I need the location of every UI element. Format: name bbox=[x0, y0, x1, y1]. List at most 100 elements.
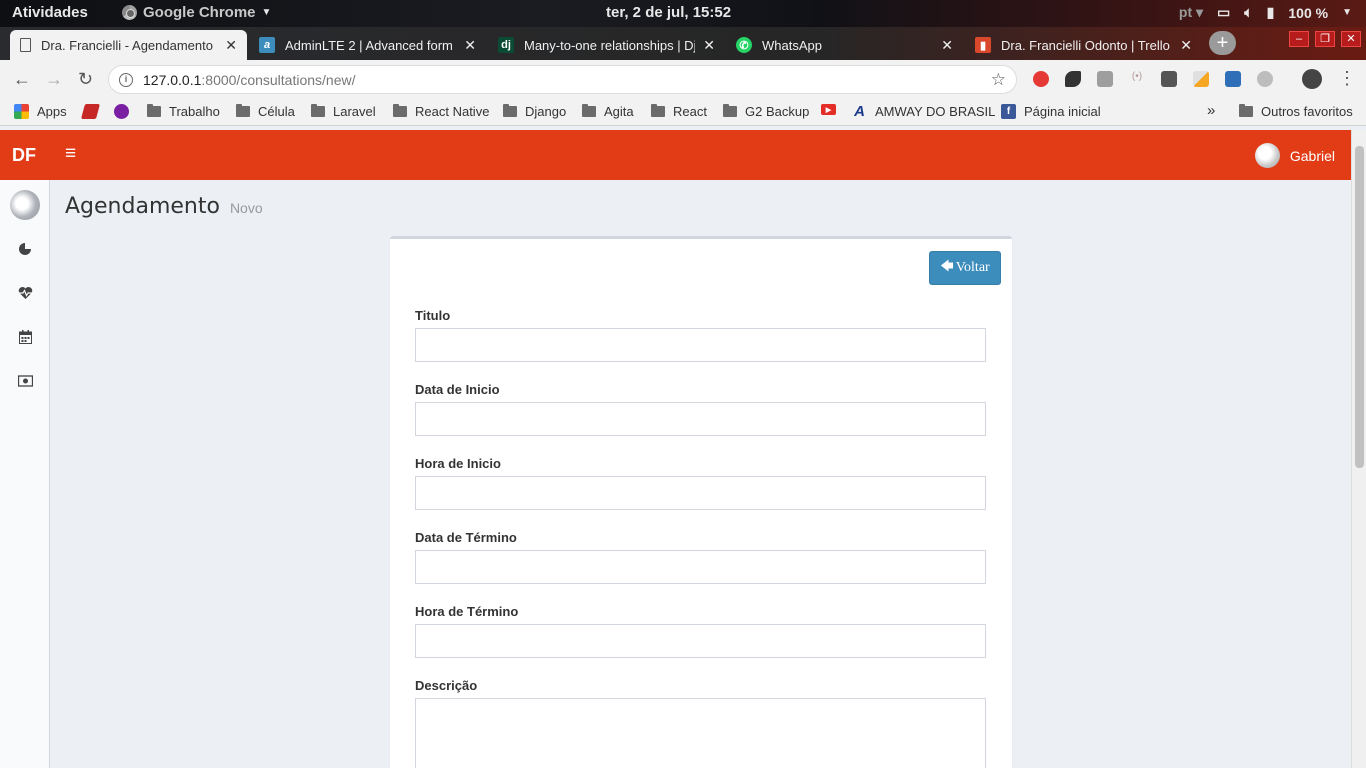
titulo-input[interactable] bbox=[415, 328, 986, 362]
hamburger-menu-icon[interactable]: ≡ bbox=[65, 143, 76, 165]
sidebar-item-calendar[interactable] bbox=[17, 330, 33, 346]
descricao-textarea[interactable] bbox=[415, 698, 986, 768]
facebook-icon: f bbox=[1001, 104, 1016, 119]
bookmark-folder-agita[interactable]: Agita bbox=[582, 104, 634, 119]
tab-trello[interactable]: ▮ Dra. Francielli Odonto | Trello ✕ bbox=[965, 30, 1202, 60]
bookmark-site-icon bbox=[114, 104, 129, 119]
field-label-hora-termino: Hora de Término bbox=[415, 604, 519, 619]
camera-icon[interactable] bbox=[1225, 71, 1241, 87]
bookmark-label: Apps bbox=[37, 104, 67, 119]
screenshot-icon[interactable] bbox=[1161, 71, 1177, 87]
bookmark-folder-trabalho[interactable]: Trabalho bbox=[147, 104, 220, 119]
menu-dots-icon[interactable]: ⋮ bbox=[1338, 68, 1356, 89]
cube-icon[interactable] bbox=[1097, 71, 1113, 87]
folder-icon bbox=[311, 104, 325, 117]
sidebar-item-health[interactable] bbox=[17, 286, 33, 302]
sidebar-item-dashboard[interactable] bbox=[17, 242, 33, 258]
folder-icon bbox=[393, 104, 407, 117]
close-window-button[interactable]: ✕ bbox=[1341, 31, 1361, 47]
back-button[interactable]: 🡄 Voltar bbox=[929, 251, 1001, 285]
bookmark-folder-react-native[interactable]: React Native bbox=[393, 104, 489, 119]
forward-arrow-icon[interactable]: → bbox=[45, 69, 63, 90]
page-title: Agendamento bbox=[65, 194, 220, 219]
bookmark-label: Trabalho bbox=[169, 104, 220, 119]
bookmark-label: Célula bbox=[258, 104, 295, 119]
amway-icon: A bbox=[854, 103, 865, 120]
tab-label: WhatsApp bbox=[762, 37, 822, 53]
bookmark-folder-g2-backup[interactable]: G2 Backup bbox=[723, 104, 809, 119]
bookmark-youtube[interactable]: ▶ bbox=[821, 104, 844, 115]
battery-level: 100 % bbox=[1288, 4, 1329, 21]
sidebar-avatar[interactable] bbox=[10, 190, 40, 220]
profile-avatar-icon[interactable] bbox=[1302, 69, 1322, 89]
minimize-button[interactable]: – bbox=[1289, 31, 1309, 47]
browser-toolbar: ← → ↻ i 127.0.0.1:8000/consultations/new… bbox=[0, 60, 1366, 98]
back-arrow-icon[interactable]: ← bbox=[13, 69, 31, 90]
bookmark-label: Django bbox=[525, 104, 567, 119]
clock[interactable]: ter, 2 de jul, 15:52 bbox=[606, 4, 731, 21]
sidebar bbox=[0, 180, 50, 768]
close-icon[interactable]: ✕ bbox=[1180, 37, 1192, 54]
app-menu[interactable]: Google Chrome ▼ bbox=[122, 4, 271, 21]
url-path: :8000/consultations/new/ bbox=[201, 71, 356, 88]
close-icon[interactable]: ✕ bbox=[703, 37, 715, 54]
chrome-icon bbox=[122, 5, 137, 20]
hora-inicio-input[interactable] bbox=[415, 476, 986, 510]
bookmark-folder-celula[interactable]: Célula bbox=[236, 104, 295, 119]
logo[interactable]: DF bbox=[12, 145, 36, 166]
bookmark-facebook[interactable]: f Página inicial bbox=[1001, 104, 1101, 119]
adblock-icon[interactable] bbox=[1033, 71, 1049, 87]
field-label-data-termino: Data de Término bbox=[415, 530, 517, 545]
activities-button[interactable]: Atividades bbox=[12, 4, 88, 21]
address-bar[interactable]: i 127.0.0.1:8000/consultations/new/ ☆ bbox=[108, 65, 1017, 94]
close-icon[interactable]: ✕ bbox=[464, 37, 476, 54]
tab-whatsapp[interactable]: ✆ WhatsApp ✕ bbox=[726, 30, 963, 60]
restore-button[interactable]: ❐ bbox=[1315, 31, 1335, 47]
system-status-area[interactable]: pt ▾ ▭ 🔈︎ ▮ 100 % ▼ bbox=[1179, 4, 1352, 21]
language-indicator[interactable]: pt ▾ bbox=[1179, 4, 1203, 21]
colorpicker-icon[interactable] bbox=[1193, 71, 1209, 87]
new-tab-button[interactable]: + bbox=[1209, 31, 1236, 55]
bookmark-extension[interactable] bbox=[80, 104, 106, 119]
chat-icon[interactable] bbox=[1257, 71, 1273, 87]
content-header: Agendamento Novo bbox=[65, 194, 263, 219]
data-inicio-input[interactable] bbox=[415, 402, 986, 436]
heartbeat-icon bbox=[18, 287, 32, 299]
folder-icon bbox=[503, 104, 517, 117]
bookmark-folder-other[interactable]: Outros favoritos bbox=[1239, 104, 1353, 119]
django-icon: dj bbox=[498, 37, 514, 53]
tab-adminlte[interactable]: a AdminLTE 2 | Advanced form e ✕ bbox=[249, 30, 486, 60]
tab-label: Dra. Francielli - Agendamento bbox=[41, 37, 213, 53]
scrollbar-thumb[interactable] bbox=[1355, 146, 1364, 468]
tab-django[interactable]: dj Many-to-one relationships | Dj ✕ bbox=[488, 30, 725, 60]
close-icon[interactable]: ✕ bbox=[941, 37, 953, 54]
bookmark-folder-react[interactable]: React bbox=[651, 104, 707, 119]
more-bookmarks-button[interactable]: » bbox=[1207, 102, 1215, 119]
hora-termino-input[interactable] bbox=[415, 624, 986, 658]
page-scrollbar[interactable] bbox=[1351, 130, 1366, 768]
bookmark-amway[interactable]: A AMWAY DO BRASIL bbox=[852, 103, 995, 120]
folder-icon bbox=[236, 104, 250, 117]
whatsapp-icon: ✆ bbox=[736, 37, 752, 53]
bookmark-apps[interactable]: Apps bbox=[14, 104, 67, 119]
bookmark-label: Outros favoritos bbox=[1261, 104, 1353, 119]
bookmark-extension[interactable] bbox=[114, 104, 137, 119]
folder-icon bbox=[582, 104, 596, 117]
user-name: Gabriel bbox=[1289, 147, 1335, 164]
reload-icon[interactable]: ↻ bbox=[78, 69, 93, 90]
info-icon[interactable]: i bbox=[119, 72, 133, 87]
data-termino-input[interactable] bbox=[415, 550, 986, 584]
sidebar-item-finance[interactable] bbox=[17, 374, 33, 390]
battery-icon: ▮ bbox=[1266, 4, 1275, 20]
broadcast-icon[interactable]: (•) bbox=[1129, 71, 1145, 87]
field-label-hora-inicio: Hora de Inicio bbox=[415, 456, 501, 471]
bookmark-star-icon[interactable]: ☆ bbox=[991, 70, 1006, 90]
close-icon[interactable]: ✕ bbox=[225, 37, 237, 54]
extension-icon[interactable] bbox=[1065, 71, 1081, 87]
url-host: 127.0.0.1 bbox=[143, 71, 202, 88]
bookmark-folder-django[interactable]: Django bbox=[503, 104, 566, 119]
volume-icon: 🔈︎ bbox=[1244, 4, 1253, 20]
tab-agendamento[interactable]: Dra. Francielli - Agendamento ✕ bbox=[10, 30, 247, 60]
user-menu[interactable]: Gabriel bbox=[1254, 143, 1335, 168]
bookmark-folder-laravel[interactable]: Laravel bbox=[311, 104, 376, 119]
